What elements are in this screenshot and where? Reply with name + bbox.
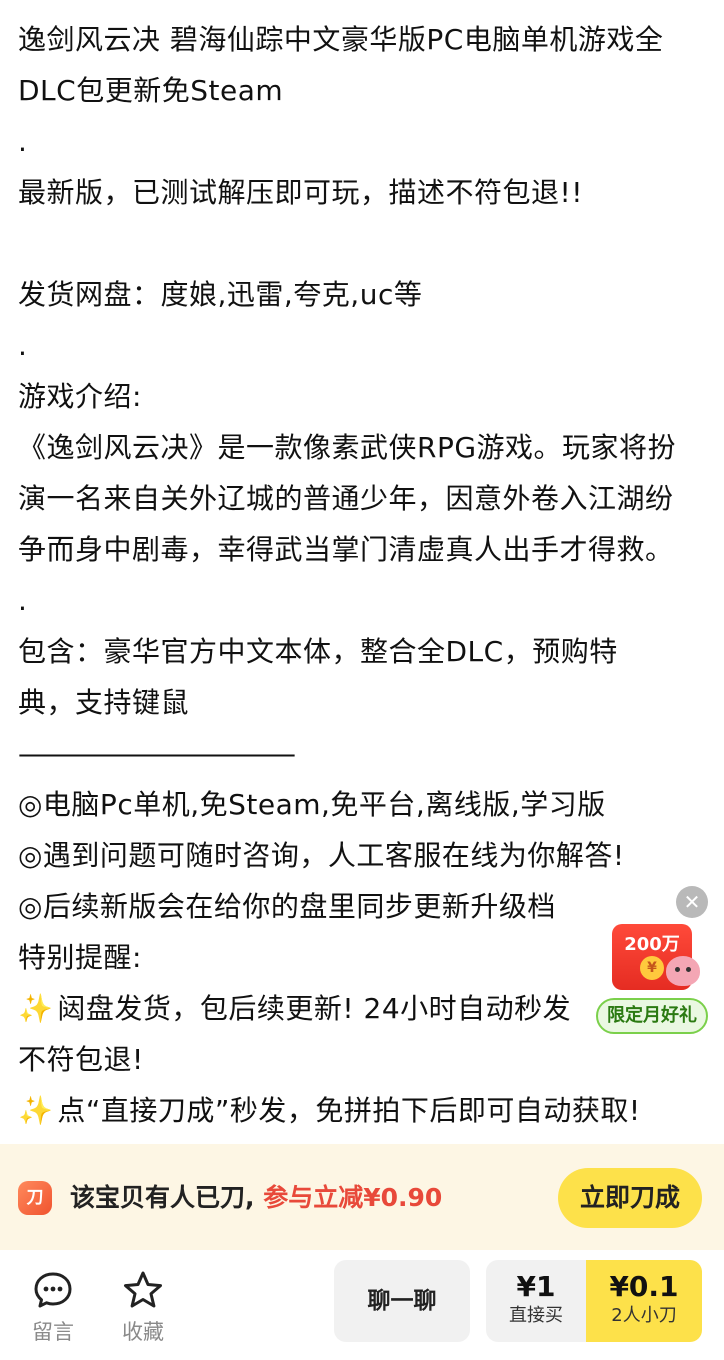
promo-widget[interactable]: ✕ 200万 ¥ 限定月好礼 xyxy=(596,886,712,1036)
bargain-price: ¥0.1 xyxy=(609,1270,679,1303)
description-blank-line xyxy=(18,218,708,269)
description-line: . xyxy=(18,584,28,617)
buy-label: 直接买 xyxy=(509,1305,563,1326)
sparkles-icon: ✨ xyxy=(18,1094,54,1127)
description-line: ◎遇到问题可随时咨询，人工客服在线为你解答! xyxy=(18,839,625,872)
buy-now-button[interactable]: ¥1 直接买 xyxy=(486,1260,586,1342)
description-line: . xyxy=(18,329,28,362)
description-line: 不符包退! xyxy=(18,1043,144,1076)
favorite-tab[interactable]: 收藏 xyxy=(108,1270,178,1346)
description-line: ◎电脑Pc单机,免Steam,免平台,离线版,学习版 xyxy=(18,788,606,821)
favorite-label: 收藏 xyxy=(122,1320,164,1344)
description-line-text: 闼盘发货，包后续更新! 24小时自动秒发 xyxy=(57,992,572,1025)
coin-icon: ¥ xyxy=(640,956,664,980)
bargain-text-main: 该宝贝有人已刀, xyxy=(70,1183,255,1212)
star-icon xyxy=(124,1271,162,1308)
bargain-now-button[interactable]: 立即刀成 xyxy=(558,1168,702,1228)
mascot-icon xyxy=(666,956,700,986)
bargain-icon: 刀 xyxy=(18,1181,52,1215)
chat-bubble-icon xyxy=(34,1272,72,1308)
description-line: . xyxy=(18,125,28,158)
description-line: 逸剑风云决 碧海仙踪中文豪华版PC电脑单机游戏全 xyxy=(18,23,664,56)
comment-label: 留言 xyxy=(32,1320,74,1344)
description-line: 发货网盘：度娘,迅雷,夸克,uc等 xyxy=(18,278,423,311)
description-divider: ——————————— xyxy=(18,737,296,770)
bottom-action-bar: 留言 收藏 聊一聊 ¥1 直接买 ¥0.1 2人小刀 xyxy=(0,1250,724,1360)
description-line: DLC包更新免Steam xyxy=(18,74,284,107)
description-line: 典，支持键鼠 xyxy=(18,686,190,719)
close-icon[interactable]: ✕ xyxy=(676,886,708,918)
description-line: 最新版，已测试解压即可玩，描述不符包退!! xyxy=(18,176,583,209)
description-line: 游戏介绍: xyxy=(18,380,142,413)
description-line: ✨ 点“直接刀成”秒发，免拼拍下后即可自动获取! xyxy=(18,1085,708,1136)
bargain-text: 该宝贝有人已刀, 参与立减¥0.90 xyxy=(70,1180,442,1216)
promo-label[interactable]: 限定月好礼 xyxy=(596,998,708,1034)
chat-button[interactable]: 聊一聊 xyxy=(334,1260,470,1342)
bargain-banner: 刀 该宝贝有人已刀, 参与立减¥0.90 立即刀成 xyxy=(0,1144,724,1250)
description-line: 《逸剑风云决》是一款像素武侠RPG游戏。玩家将扮 xyxy=(18,431,677,464)
comment-tab[interactable]: 留言 xyxy=(18,1270,88,1346)
bargain-label: 2人小刀 xyxy=(611,1305,677,1326)
promo-amount: 200万 xyxy=(624,934,680,955)
description-line: 争而身中剧毒，幸得武当掌门清虚真人出手才得救。 xyxy=(18,533,674,566)
description-line-text: 点“直接刀成”秒发，免拼拍下后即可自动获取! xyxy=(57,1094,641,1127)
buy-price: ¥1 xyxy=(516,1270,556,1303)
bargain-price-button[interactable]: ¥0.1 2人小刀 xyxy=(586,1260,702,1342)
description-line: 演一名来自关外辽城的普通少年，因意外卷入江湖纷 xyxy=(18,482,674,515)
bargain-text-accent: 参与立减¥0.90 xyxy=(263,1183,443,1212)
description-line: 包含：豪华官方中文本体，整合全DLC，预购特 xyxy=(18,635,618,668)
sparkles-icon: ✨ xyxy=(18,992,54,1025)
